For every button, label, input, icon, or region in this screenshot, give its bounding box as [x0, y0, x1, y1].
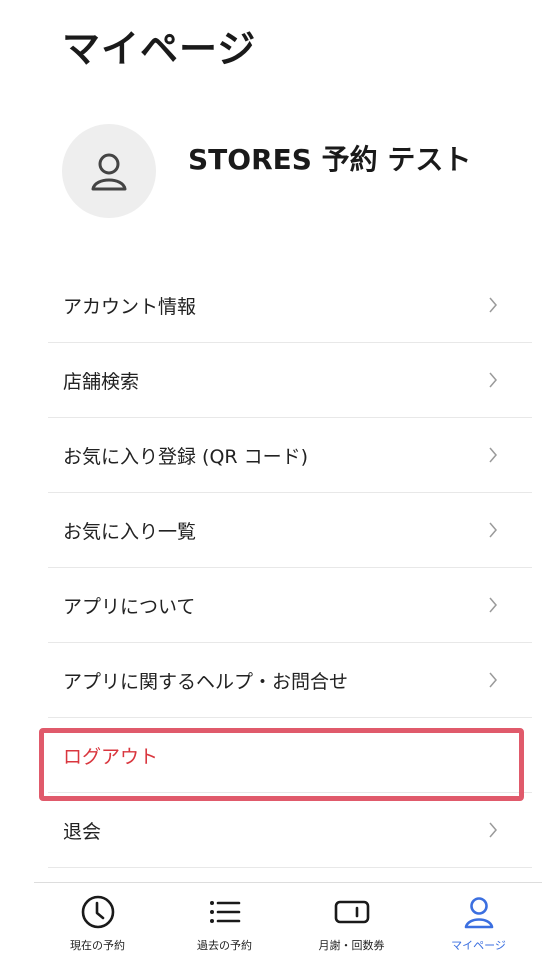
- menu-item-label: お気に入り登録 (QR コード): [63, 445, 309, 468]
- menu-item-label: アプリに関するヘルプ・お問合せ: [63, 670, 349, 693]
- menu-item-logout[interactable]: ログアウト: [48, 718, 532, 793]
- menu-item-about-app[interactable]: アプリについて: [48, 568, 532, 643]
- chevron-right-icon: [489, 597, 497, 613]
- tab-past-reservations[interactable]: 過去の予約: [161, 883, 288, 980]
- menu-item-label: アカウント情報: [63, 295, 197, 318]
- profile-section: STORES 予約 テスト: [62, 124, 471, 218]
- chevron-right-icon: [489, 372, 497, 388]
- menu-item-label: 退会: [63, 820, 102, 843]
- chevron-right-icon: [489, 522, 497, 538]
- chevron-right-icon: [489, 447, 497, 463]
- tab-label: 月謝・回数券: [318, 939, 385, 952]
- bottom-tab-bar: 現在の予約 過去の予約 月謝・回数券 マイページ: [34, 882, 542, 980]
- page-title: マイページ: [62, 27, 257, 71]
- menu-item-label: ログアウト: [63, 745, 159, 768]
- menu-item-favorite-register-qr[interactable]: お気に入り登録 (QR コード): [48, 418, 532, 493]
- chevron-right-icon: [489, 297, 497, 313]
- clock-icon: [79, 893, 117, 931]
- menu-item-account-info[interactable]: アカウント情報: [48, 268, 532, 343]
- tab-tuition-tickets[interactable]: 月謝・回数券: [288, 883, 415, 980]
- avatar: [62, 124, 156, 218]
- list-icon: [206, 893, 244, 931]
- menu-item-favorite-list[interactable]: お気に入り一覧: [48, 493, 532, 568]
- tab-current-reservations[interactable]: 現在の予約: [34, 883, 161, 980]
- menu-item-label: アプリについて: [63, 595, 196, 618]
- menu-item-label: 店舗検索: [63, 370, 140, 393]
- tab-label: マイページ: [451, 939, 506, 952]
- menu-item-help-contact[interactable]: アプリに関するヘルプ・お問合せ: [48, 643, 532, 718]
- menu-item-withdraw[interactable]: 退会: [48, 793, 532, 868]
- menu-list: アカウント情報 店舗検索 お気に入り登録 (QR コード) お気に入り一覧 アプ…: [48, 268, 532, 868]
- menu-item-store-search[interactable]: 店舗検索: [48, 343, 532, 418]
- chevron-right-icon: [489, 822, 497, 838]
- chevron-right-icon: [489, 672, 497, 688]
- tab-my-page[interactable]: マイページ: [415, 883, 542, 980]
- ticket-icon: [333, 893, 371, 931]
- tab-label: 過去の予約: [197, 939, 252, 952]
- user-icon: [460, 893, 498, 931]
- menu-item-label: お気に入り一覧: [63, 520, 197, 543]
- tab-label: 現在の予約: [70, 939, 125, 952]
- user-icon: [91, 153, 127, 191]
- user-name: STORES 予約 テスト: [188, 143, 472, 176]
